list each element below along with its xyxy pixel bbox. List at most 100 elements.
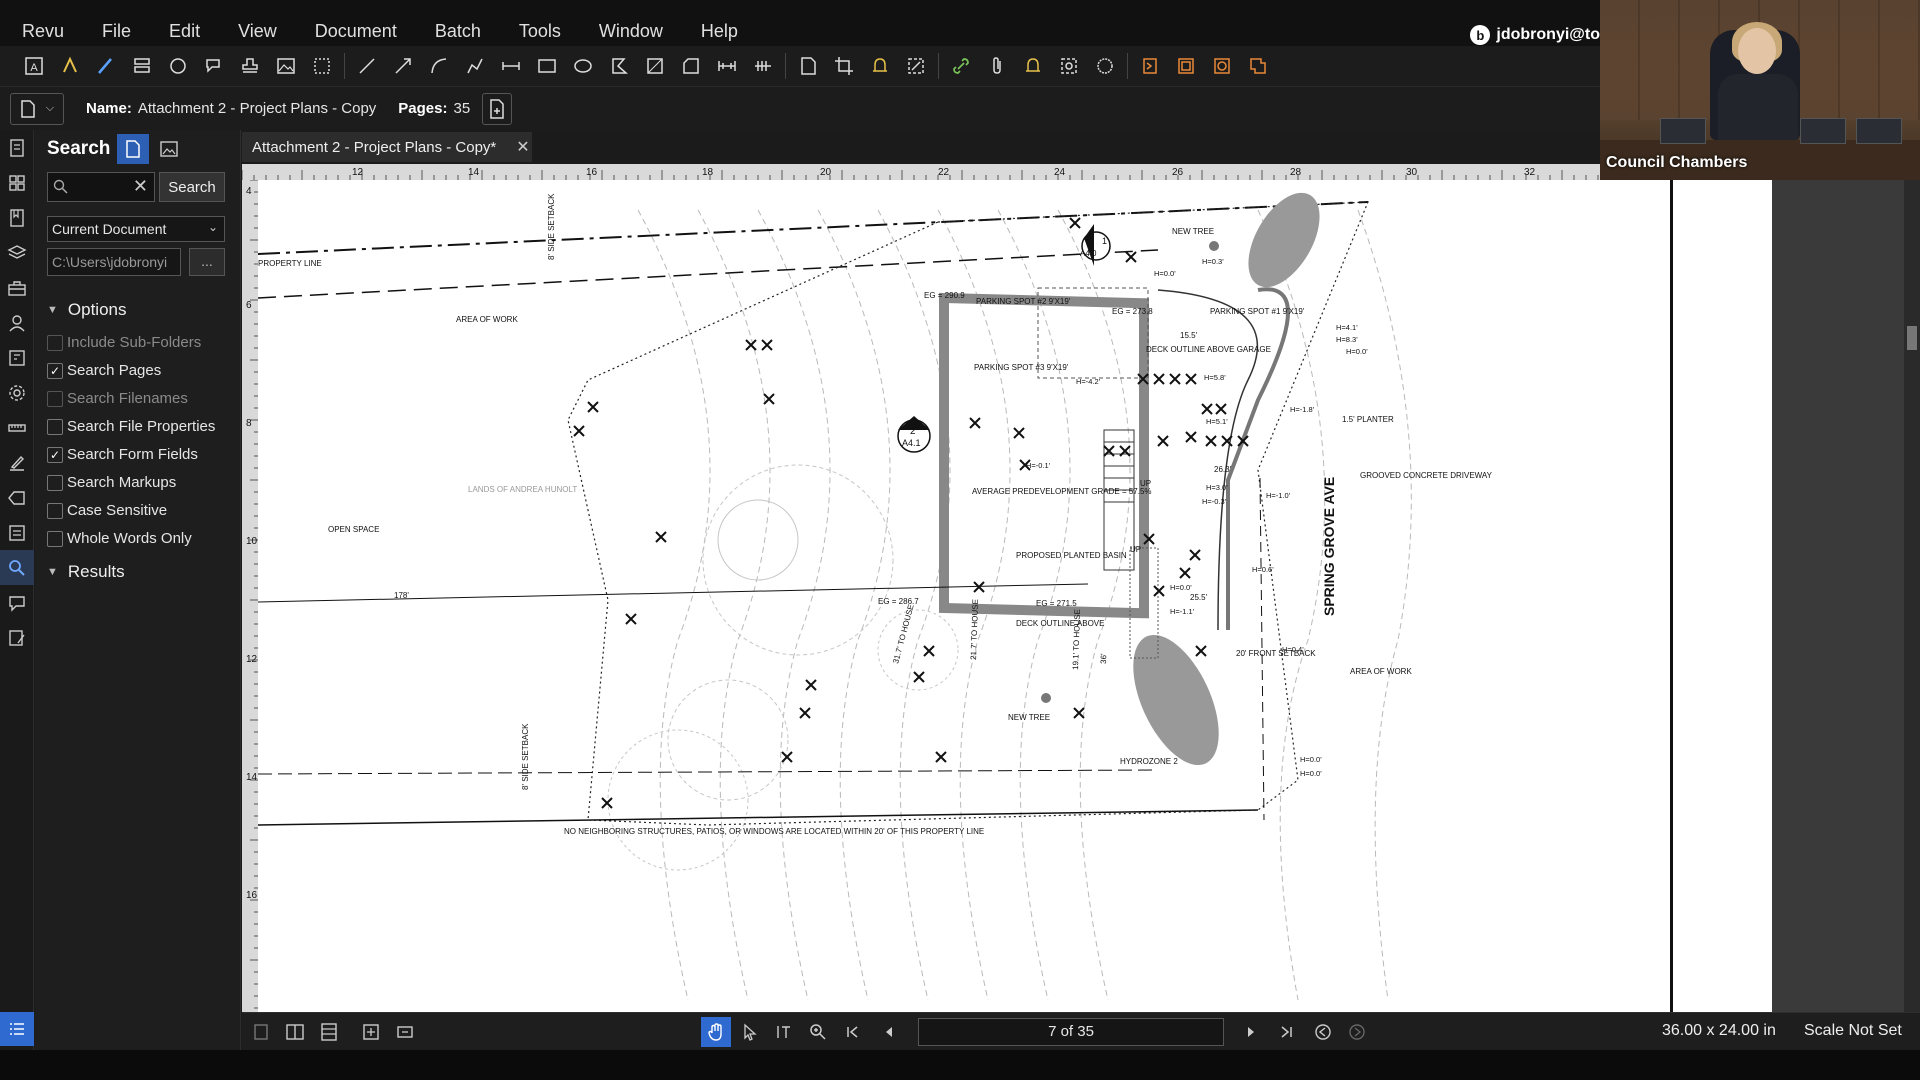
next-page-button[interactable]: [1236, 1017, 1266, 1047]
perimeter-tool[interactable]: [673, 50, 709, 82]
option-whole-words-only[interactable]: Whole Words Only: [47, 530, 192, 547]
properties-panel-button[interactable]: [0, 305, 34, 340]
arrow-tool[interactable]: [385, 50, 421, 82]
line-tool[interactable]: [349, 50, 385, 82]
option-include-subfolders[interactable]: Include Sub-Folders: [47, 334, 201, 351]
count-tool[interactable]: [745, 50, 781, 82]
user-account[interactable]: b jdobronyi@to: [1470, 25, 1600, 45]
first-page-button[interactable]: [837, 1017, 867, 1047]
sets-panel-button[interactable]: [0, 340, 34, 375]
checkbox[interactable]: [47, 334, 63, 351]
bookmarks-panel-button[interactable]: [0, 200, 34, 235]
visual-search-tab[interactable]: [153, 134, 185, 164]
settings-panel-button[interactable]: [0, 375, 34, 410]
search-path-field[interactable]: C:\Users\jdobronyi: [47, 248, 181, 276]
callout-tool[interactable]: [196, 50, 232, 82]
previous-view-button[interactable]: [1308, 1017, 1338, 1047]
vertical-scrollbar[interactable]: [1904, 178, 1920, 1012]
browse-path-button[interactable]: ...: [189, 248, 225, 276]
search-scope-select[interactable]: Current Document ⌄: [47, 216, 225, 242]
drawing-canvas[interactable]: 12 14 16 18 20 22 24 26 28 30 32 4 6 8 1…: [242, 164, 1600, 1012]
section-marker-1[interactable]: 1 A4.0: [1080, 224, 1111, 266]
text-search-tab[interactable]: [117, 134, 149, 164]
sync-view-button[interactable]: [390, 1017, 420, 1047]
select-tool-button[interactable]: [735, 1017, 765, 1047]
search-button[interactable]: Search: [159, 172, 225, 202]
text-box-tool[interactable]: A: [16, 50, 52, 82]
zoom-tool-button[interactable]: [803, 1017, 833, 1047]
checkbox[interactable]: [47, 418, 63, 435]
circle-tool[interactable]: [1087, 50, 1123, 82]
option-search-form-fields[interactable]: ✓ Search Form Fields: [47, 446, 198, 463]
results-section-header[interactable]: ▼ Results: [47, 562, 125, 582]
bell-tool[interactable]: [862, 50, 898, 82]
stamp-tool[interactable]: [232, 50, 268, 82]
crop-tool[interactable]: [826, 50, 862, 82]
sketch-tool[interactable]: [898, 50, 934, 82]
pan-tool-button[interactable]: [701, 1017, 731, 1047]
revision-tool[interactable]: [1204, 50, 1240, 82]
image-tool[interactable]: [268, 50, 304, 82]
previous-page-button[interactable]: [874, 1017, 904, 1047]
polygon-tool[interactable]: [601, 50, 637, 82]
studio-panel-button[interactable]: [0, 620, 34, 655]
tags-panel-button[interactable]: [0, 480, 34, 515]
arc-tool[interactable]: [421, 50, 457, 82]
checkbox-checked[interactable]: ✓: [47, 362, 63, 379]
checkbox-checked[interactable]: ✓: [47, 446, 63, 463]
stack-tool[interactable]: [124, 50, 160, 82]
option-search-markups[interactable]: Search Markups: [47, 474, 176, 491]
continuous-button[interactable]: [314, 1017, 344, 1047]
option-search-pages[interactable]: ✓ Search Pages: [47, 362, 161, 379]
menu-revu[interactable]: Revu: [22, 21, 64, 42]
area-measure-tool[interactable]: [637, 50, 673, 82]
layers-panel-button[interactable]: [0, 235, 34, 270]
menu-window[interactable]: Window: [599, 21, 663, 42]
grid-panel-button[interactable]: [0, 165, 34, 200]
hyperlink-tool[interactable]: [1240, 50, 1276, 82]
length-tool[interactable]: [709, 50, 745, 82]
rectangle-tool[interactable]: [529, 50, 565, 82]
highlight-tool[interactable]: [52, 50, 88, 82]
menu-edit[interactable]: Edit: [169, 21, 200, 42]
checkbox[interactable]: [47, 390, 63, 407]
toolchest-panel-button[interactable]: [0, 270, 34, 305]
dimension-tool[interactable]: [493, 50, 529, 82]
ellipse-tool[interactable]: [565, 50, 601, 82]
overlay-tool[interactable]: [1168, 50, 1204, 82]
scrollbar-thumb[interactable]: [1907, 326, 1917, 350]
document-menu-button[interactable]: ⌵: [10, 92, 64, 125]
attachment-tool[interactable]: [979, 50, 1015, 82]
next-view-button[interactable]: [1342, 1017, 1372, 1047]
cloud-tool[interactable]: [160, 50, 196, 82]
split-view-button[interactable]: [356, 1017, 386, 1047]
clear-search-icon[interactable]: ✕: [133, 176, 148, 197]
text-select-button[interactable]: [769, 1017, 799, 1047]
measurements-panel-button[interactable]: [0, 410, 34, 445]
option-case-sensitive[interactable]: Case Sensitive: [47, 502, 167, 519]
polyline-tool[interactable]: [457, 50, 493, 82]
checkbox[interactable]: [47, 502, 63, 519]
page-thumbnail-button[interactable]: [482, 92, 513, 125]
forms-panel-button[interactable]: [0, 515, 34, 550]
select-area-tool[interactable]: [304, 50, 340, 82]
page-tool[interactable]: [790, 50, 826, 82]
search-panel-button[interactable]: [0, 550, 34, 585]
markups-panel-button[interactable]: [0, 585, 34, 620]
scale-indicator[interactable]: Scale Not Set: [1804, 1022, 1902, 1040]
link-tool[interactable]: [943, 50, 979, 82]
document-tab[interactable]: Attachment 2 - Project Plans - Copy* ✕: [242, 132, 532, 162]
alert-tool[interactable]: [1015, 50, 1051, 82]
menu-file[interactable]: File: [102, 21, 131, 42]
option-search-filenames[interactable]: Search Filenames: [47, 390, 188, 407]
markups-list-button[interactable]: [0, 1012, 34, 1046]
search-input[interactable]: [72, 176, 128, 198]
menu-document[interactable]: Document: [315, 21, 397, 42]
signatures-panel-button[interactable]: [0, 445, 34, 480]
menu-batch[interactable]: Batch: [435, 21, 481, 42]
section-marker-2[interactable]: 2 A4.1: [897, 416, 931, 453]
close-tab-icon[interactable]: ✕: [516, 137, 529, 157]
menu-view[interactable]: View: [238, 21, 277, 42]
option-search-file-properties[interactable]: Search File Properties: [47, 418, 215, 435]
page-number-field[interactable]: 7 of 35: [918, 1018, 1224, 1046]
